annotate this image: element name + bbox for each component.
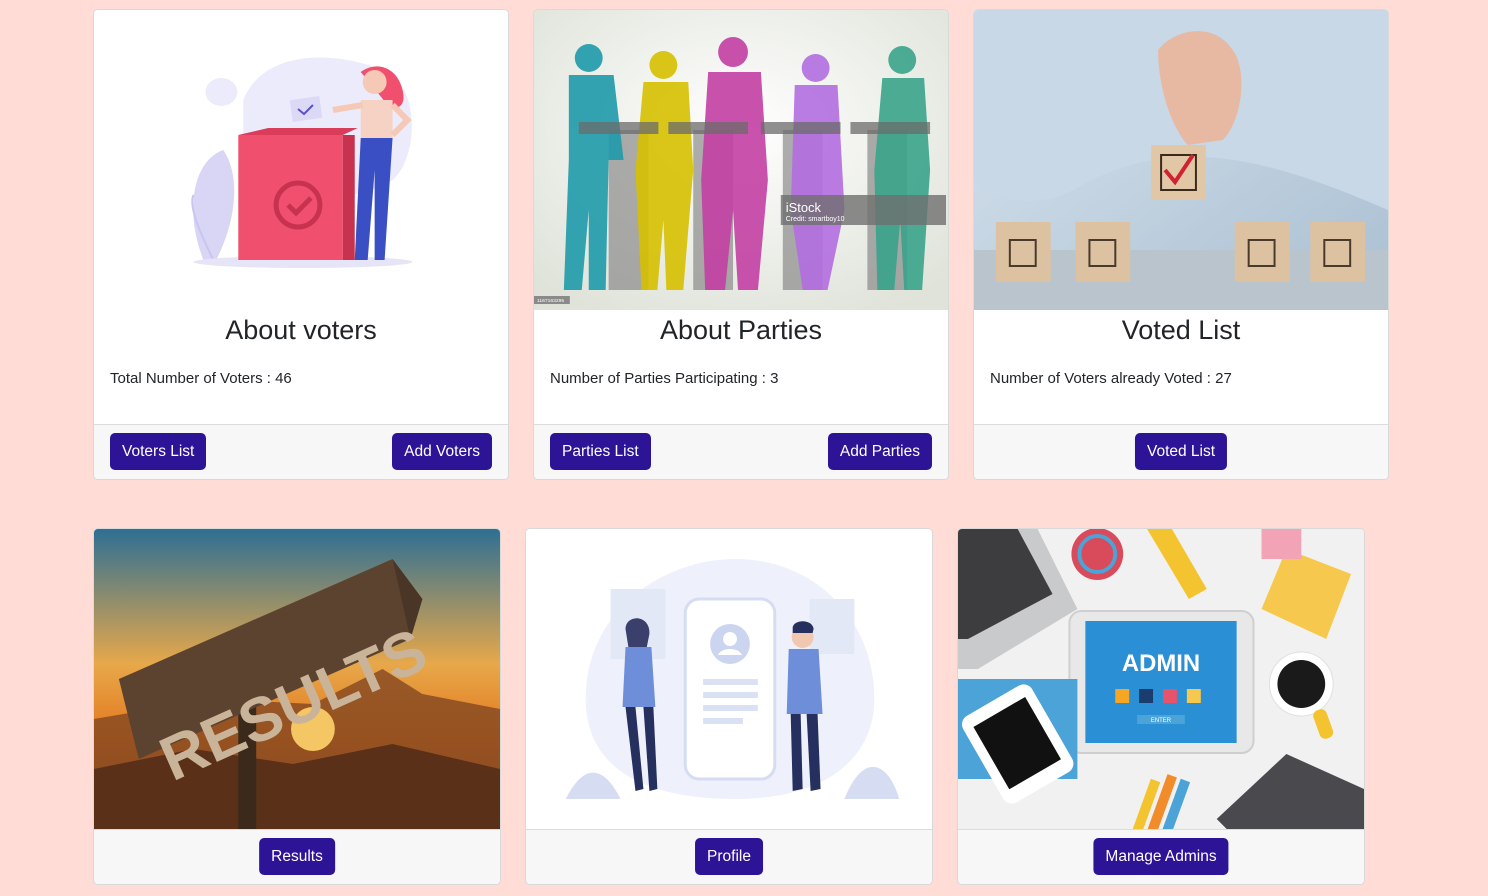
voters-count-text: Total Number of Voters : 46 [110,370,292,387]
about-parties-card: iStock Credit: smartboy10 1167163295 Abo… [533,9,949,480]
voted-list-button[interactable]: Voted List [1134,433,1228,470]
card-footer: Results [94,829,500,884]
voted-list-card: Voted List Number of Voters already Vote… [973,9,1389,480]
admin-enter-text: ENTER [1151,718,1172,724]
results-sign-image: RESULTS [94,529,500,829]
admin-desk-image: ADMIN ENTER [958,529,1364,829]
about-voters-card: About voters Total Number of Voters : 46… [93,9,509,480]
card-footer: Profile [526,829,932,884]
add-parties-button[interactable]: Add Parties [827,433,932,470]
card-title: About voters [225,315,377,345]
manage-admins-card: ADMIN ENTER Manage Admins [957,528,1365,885]
card-footer: Manage Admins [958,829,1364,884]
voters-list-button[interactable]: Voters List [110,433,207,470]
party-silhouettes-image: iStock Credit: smartboy10 1167163295 [534,10,948,310]
profile-button[interactable]: Profile [695,838,763,875]
card-footer: Voted List [974,424,1388,479]
parties-count-text: Number of Parties Participating : 3 [550,370,779,387]
istock-credit: Credit: smartboy10 [786,216,845,223]
card-title: Voted List [1121,315,1241,345]
voting-illustration [94,10,508,310]
card-title: About Parties [659,315,823,345]
card-footer: Voters List Add Voters [94,424,508,479]
manage-admins-button[interactable]: Manage Admins [1093,838,1229,875]
results-card: RESULTS Results [93,528,501,885]
profile-illustration [526,529,932,829]
checkbox-blocks-image [974,10,1388,310]
card-footer: Parties List Add Parties [534,424,948,479]
results-button[interactable]: Results [259,838,335,875]
admin-screen-text: ADMIN [1122,650,1200,677]
istock-id: 1167163295 [537,298,564,304]
parties-list-button[interactable]: Parties List [550,433,651,470]
voted-count-text: Number of Voters already Voted : 27 [990,370,1232,387]
add-voters-button[interactable]: Add Voters [392,433,492,470]
profile-card: Profile [525,528,933,885]
istock-brand: iStock [786,200,822,215]
